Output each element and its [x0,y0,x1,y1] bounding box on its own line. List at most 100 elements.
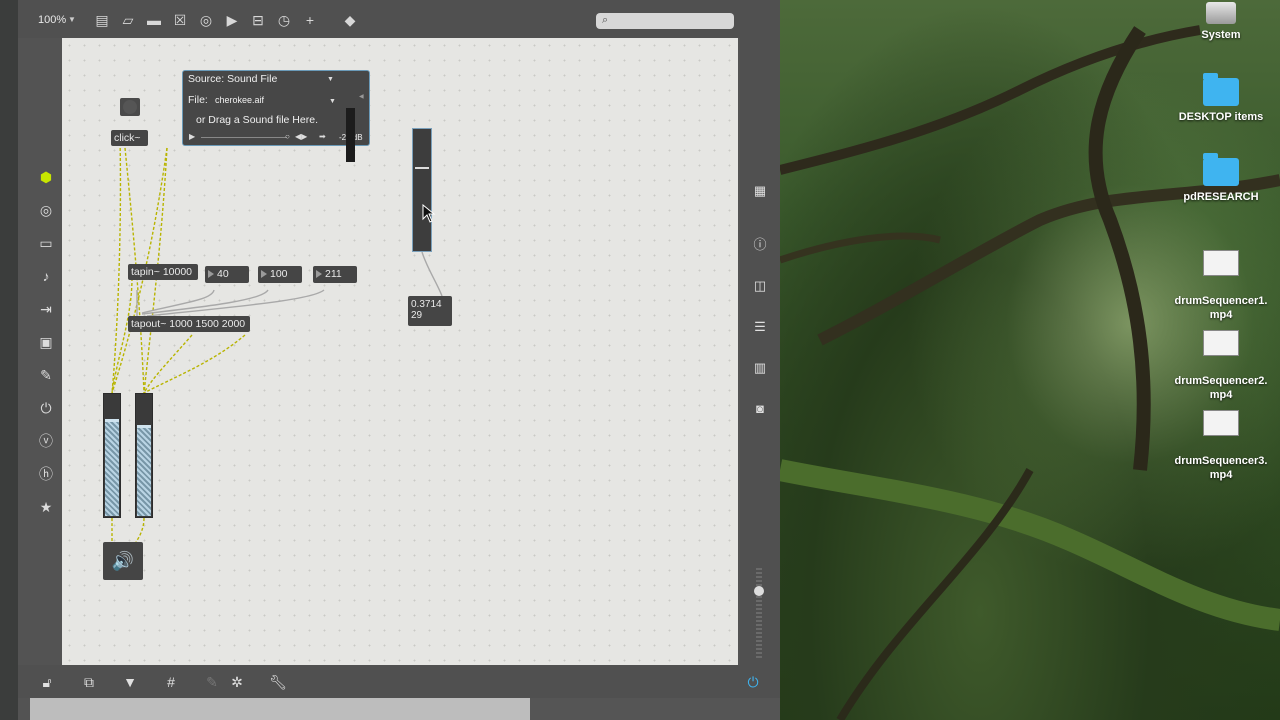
folder-icon [1203,73,1239,106]
play-icon[interactable]: ▶ [189,132,195,141]
lock-icon[interactable]: 🔓︎ [38,673,56,691]
book-icon[interactable]: ▥ [746,357,774,379]
button-object-icon[interactable]: ◎ [198,12,214,28]
grid-palette-icon[interactable]: ▦ [746,180,774,202]
vimeo-icon[interactable]: ⓥ [32,429,60,453]
search-icon: ⌕ [602,14,609,26]
float-value-wrap: 29 [411,310,423,321]
background-window-dark [530,698,780,720]
package-cube-icon[interactable]: ⬢ [32,165,60,189]
zoom-menu[interactable]: 100% [38,14,66,26]
tapin-object[interactable]: tapin~ 10000 [128,264,198,280]
disk-icon [1206,2,1236,24]
folder-icon [1203,153,1239,186]
loop-icon[interactable]: ◀▶ [295,132,307,141]
message-box-icon[interactable]: ▱ [120,12,136,28]
level-meter [346,108,355,162]
bottom-toolbar: 🔓︎ ⧉ ▼ # ✎ ✲ 🔧︎ ⏻ [18,665,780,698]
video-thumb-icon [1203,250,1239,276]
desktop-item-drumsequencer2[interactable]: drumSequencer2. mp4 [1166,316,1276,402]
pen-icon[interactable]: ✎ [203,673,221,691]
background-window [30,698,550,720]
tapout-object[interactable]: tapout~ 1000 1500 2000 [128,316,250,332]
video-thumb-icon [1203,330,1239,356]
paperclip-icon[interactable]: ✎ [32,363,60,387]
patch-canvas[interactable]: click~ Source: Sound File ▼ File: cherok… [62,38,738,665]
speaker-ezdac-icon[interactable]: 🔊 [103,542,143,580]
comment-bubble-icon[interactable]: ▼ [121,673,139,691]
new-object-icon[interactable]: ▤ [94,12,110,28]
volume-meter [756,568,762,658]
comment-icon[interactable]: ▬ [146,12,162,28]
number-box-211[interactable]: 211 [313,266,357,283]
number-arrow-icon [261,270,267,278]
image-icon[interactable]: ▣ [32,330,60,354]
dial-object-icon[interactable]: ◷ [276,12,292,28]
number-box-100[interactable]: 100 [258,266,302,283]
number-value: 40 [217,268,229,280]
position-handle-icon[interactable]: ○ [285,132,290,141]
list-icon[interactable]: ☰ [746,316,774,338]
desktop-item-label: pdRESEARCH [1183,191,1259,203]
forward-icon[interactable]: ➡ [319,132,326,141]
playlist-object[interactable]: Source: Sound File ▼ File: cherokee.aif … [182,70,370,162]
desktop-item-desktop-items[interactable]: DESKTOP items [1166,73,1276,124]
wrench-icon[interactable]: 🔧︎ [269,673,287,691]
desktop-item-drumsequencer3[interactable]: drumSequencer3. mp4 [1166,396,1276,482]
source-label[interactable]: Source: Sound File [188,73,277,85]
music-note-icon[interactable]: ♪ [32,264,60,288]
gain-slider-left[interactable] [103,393,121,518]
source-dropdown-icon[interactable]: ▼ [327,76,334,83]
debug-icon[interactable]: ✲ [228,673,246,691]
max-patcher-window: 100% ▼ ▤ ▱ ▬ ☒ ◎ ▶ ⊟ ◷ + ◆ ⌕ ⬢ ◎ ▭ ♪ ⇥ ▣… [18,0,780,720]
slider-object-icon[interactable]: ⊟ [250,12,266,28]
step-icon[interactable]: ⇥ [32,297,60,321]
desktop-item-system[interactable]: System [1166,2,1276,42]
number-arrow-icon [208,270,214,278]
grid-icon[interactable]: # [162,673,180,691]
slider-knob[interactable] [415,167,429,169]
vertical-slider[interactable] [412,128,432,252]
position-bar[interactable] [201,137,287,138]
plug-icon[interactable]: ⏻ [32,396,60,420]
paint-bucket-icon[interactable]: ◆ [342,12,358,28]
info-icon[interactable]: ⓘ [746,234,774,256]
camera-icon[interactable]: ◙ [746,398,774,420]
gain-knob[interactable] [137,425,151,428]
add-object-icon[interactable]: + [302,12,318,28]
desktop-item-label: drumSequencer3. mp4 [1174,455,1268,481]
keyboard-icon[interactable]: ▭ [32,231,60,255]
presentation-icon[interactable]: ⧉ [80,673,98,691]
file-name[interactable]: cherokee.aif [215,95,264,105]
gain-fill [105,421,119,516]
audio-power-icon[interactable]: ⏻ [744,673,762,691]
desktop-item-label: System [1201,29,1241,41]
desktop-item-drumsequencer1[interactable]: drumSequencer1. mp4 [1166,236,1276,322]
gain-knob[interactable] [105,419,119,422]
target-icon[interactable]: ◎ [32,198,60,222]
volume-knob[interactable] [754,586,764,596]
search-box[interactable]: ⌕ [596,13,734,31]
bang-button[interactable] [120,98,140,116]
right-sidebar: ▦ ⓘ ◫ ☰ ▥ ◙ [740,38,780,665]
drag-hint: or Drag a Sound file Here. [196,114,318,126]
gain-slider-right[interactable] [135,393,153,518]
number-value: 211 [325,268,342,280]
float-number-box[interactable]: 0.3714 29 [408,296,452,326]
hash-icon[interactable]: ⓗ [32,462,60,486]
patcher-toolbar: 100% ▼ ▤ ▱ ▬ ☒ ◎ ▶ ⊟ ◷ + ◆ ⌕ [18,0,780,38]
click-object[interactable]: click~ [111,130,148,146]
desktop-item-label: DESKTOP items [1178,111,1264,123]
bang-circle [123,100,137,114]
toggle-icon[interactable]: ☒ [172,12,188,28]
zoom-chevron-icon[interactable]: ▼ [68,15,76,24]
desktop-item-pdresearch[interactable]: pdRESEARCH [1166,153,1276,204]
number-box-icon[interactable]: ▶ [224,12,240,28]
number-value: 100 [270,268,288,280]
number-box-40[interactable]: 40 [205,266,249,283]
columns-icon[interactable]: ◫ [746,275,774,297]
search-input[interactable] [616,13,732,31]
file-dropdown-icon[interactable]: ▼ [329,98,336,105]
background-window-edge [0,0,18,720]
star-icon[interactable]: ★ [32,495,60,519]
